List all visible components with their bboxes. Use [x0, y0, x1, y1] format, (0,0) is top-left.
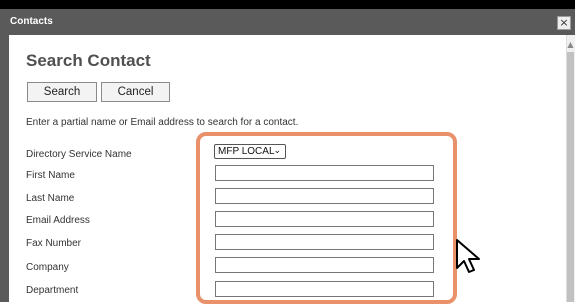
- top-strip: [0, 0, 575, 9]
- dialog-title: Contacts: [10, 16, 53, 27]
- dialog-titlebar: [0, 9, 575, 35]
- dialog-left-border: [0, 35, 9, 302]
- mouse-pointer-icon: [456, 239, 480, 273]
- instructions-text: Enter a partial name or Email address to…: [26, 117, 299, 128]
- page-title: Search Contact: [26, 51, 151, 70]
- search-button[interactable]: Search: [27, 82, 97, 102]
- scroll-up-arrow-icon[interactable]: ▲: [566, 40, 575, 50]
- department-label: Department: [26, 285, 79, 296]
- last-name-label: Last Name: [26, 193, 75, 204]
- close-button[interactable]: ×: [557, 16, 571, 30]
- first-name-label: First Name: [26, 170, 75, 181]
- close-icon: ×: [559, 16, 569, 29]
- scrollbar-thumb[interactable]: [567, 52, 574, 302]
- highlight-annotation: [196, 132, 457, 304]
- cancel-button[interactable]: Cancel: [101, 82, 170, 102]
- directory-service-label: Directory Service Name: [26, 149, 132, 160]
- company-label: Company: [26, 262, 69, 273]
- email-address-label: Email Address: [26, 215, 90, 226]
- fax-number-label: Fax Number: [26, 238, 82, 249]
